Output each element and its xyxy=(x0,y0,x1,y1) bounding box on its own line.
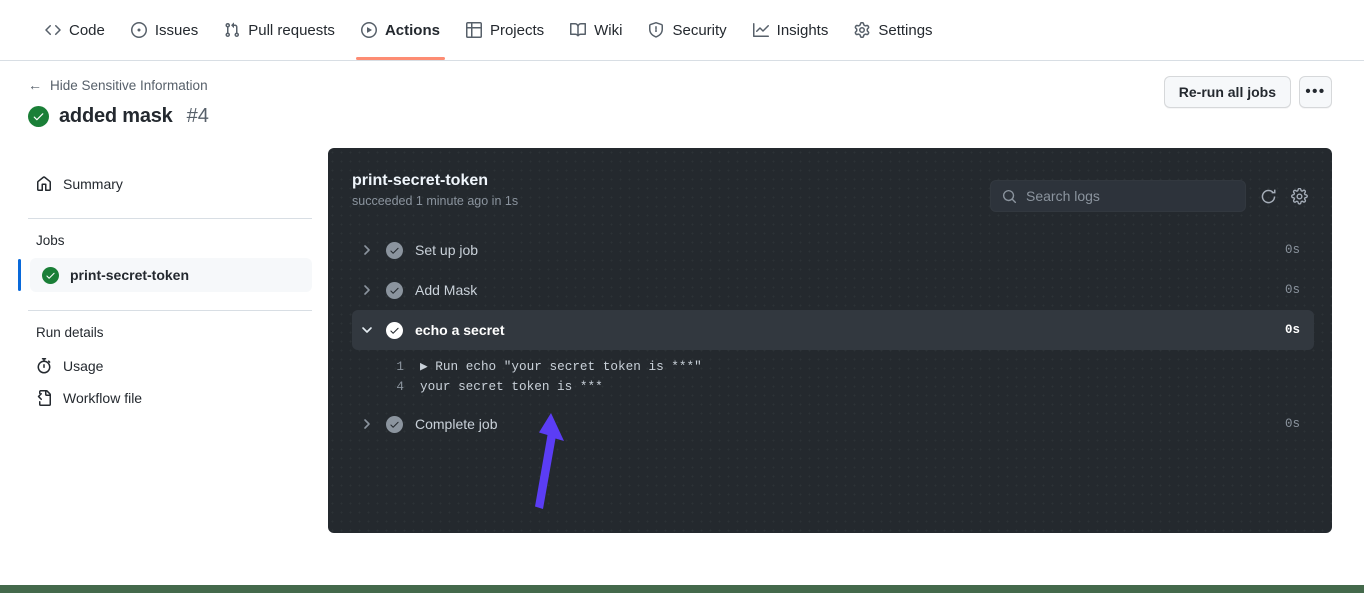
refresh-icon[interactable] xyxy=(1260,188,1277,205)
nav-tab-issues[interactable]: Issues xyxy=(118,0,211,60)
sidebar-item-summary[interactable]: Summary xyxy=(28,168,312,200)
nav-tab-label: Security xyxy=(672,21,727,39)
sidebar-item-job-print-secret-token[interactable]: print-secret-token xyxy=(18,258,312,292)
nav-tab-pull-requests[interactable]: Pull requests xyxy=(211,0,348,60)
nav-tab-label: Projects xyxy=(489,21,545,39)
log-step-set-up-job[interactable]: Set up job 0s xyxy=(352,230,1314,270)
log-step-duration: 0s xyxy=(1284,243,1300,257)
log-step-label: Set up job xyxy=(415,242,479,258)
log-step-add-mask[interactable]: Add Mask 0s xyxy=(352,270,1314,310)
nav-tab-actions[interactable]: Actions xyxy=(348,0,453,60)
page-title: added mask #4 xyxy=(28,105,312,128)
issue-opened-icon xyxy=(130,22,147,38)
log-step-duration: 0s xyxy=(1284,417,1300,431)
log-step-duration: 0s xyxy=(1284,283,1300,297)
check-circle-success-icon xyxy=(386,415,403,433)
chevron-right-icon xyxy=(358,418,376,430)
log-step-label: Add Mask xyxy=(415,282,478,298)
sidebar-heading-run-details: Run details xyxy=(36,325,104,340)
log-line-text: Run echo "your secret token is ***" xyxy=(435,359,702,374)
log-step-echo-a-secret[interactable]: echo a secret 0s xyxy=(352,310,1314,350)
nav-tab-label: Insights xyxy=(776,21,829,39)
log-line-number: 4 xyxy=(396,379,404,394)
sidebar-heading-jobs: Jobs xyxy=(36,233,65,248)
log-line-number: 1 xyxy=(396,359,404,374)
log-line[interactable]: 1 ▶ Run echo "your secret token is ***" xyxy=(328,357,1332,377)
log-job-status: succeeded 1 minute ago in 1s xyxy=(352,194,519,208)
book-icon xyxy=(570,22,587,38)
sidebar-divider-1 xyxy=(28,218,312,219)
log-line-text: your secret token is *** xyxy=(420,379,603,394)
gear-icon xyxy=(854,22,870,38)
log-panel-header: print-secret-token succeeded 1 minute ag… xyxy=(328,148,1332,220)
chevron-down-icon xyxy=(358,324,376,336)
log-line-caret-icon: ▶ xyxy=(420,359,436,374)
repo-nav: Code Issues Pull requests Actions Projec… xyxy=(0,0,1364,61)
nav-tab-label: Actions xyxy=(384,21,440,39)
more-options-button[interactable]: ••• xyxy=(1299,76,1332,108)
code-icon xyxy=(45,22,61,38)
log-settings-gear-icon[interactable] xyxy=(1291,187,1308,205)
workflow-file-icon xyxy=(36,390,52,406)
stopwatch-icon xyxy=(36,358,52,374)
shield-icon xyxy=(648,22,664,38)
check-circle-success-icon xyxy=(386,241,403,259)
sidebar-item-label: Usage xyxy=(63,358,104,374)
main-content: Re-run all jobs ••• print-secret-token s… xyxy=(328,75,1364,593)
page-body: ← Hide Sensitive Information added mask … xyxy=(0,61,1364,593)
bottom-accent-bar xyxy=(0,585,1364,593)
log-step-complete-job[interactable]: Complete job 0s xyxy=(352,404,1314,444)
graph-icon xyxy=(752,22,769,38)
nav-tab-label: Issues xyxy=(154,21,199,39)
play-icon xyxy=(360,22,377,38)
log-job-title: print-secret-token xyxy=(352,172,489,189)
nav-tab-code[interactable]: Code xyxy=(32,0,118,60)
sidebar-item-label: Summary xyxy=(63,176,123,192)
log-step-duration: 0s xyxy=(1284,323,1300,337)
nav-tab-wiki[interactable]: Wiki xyxy=(557,0,635,60)
sidebar-item-usage[interactable]: Usage xyxy=(28,350,312,382)
sidebar-item-workflow-file[interactable]: Workflow file xyxy=(28,382,312,414)
sidebar-divider-2 xyxy=(28,310,312,311)
log-step-label: echo a secret xyxy=(415,322,505,338)
nav-tab-projects[interactable]: Projects xyxy=(453,0,557,60)
log-job-info: print-secret-token succeeded 1 minute ag… xyxy=(352,172,518,208)
nav-tab-label: Settings xyxy=(878,21,933,39)
log-steps-list: Set up job 0s Add Mask 0s echo a secret … xyxy=(328,220,1332,444)
check-circle-success-icon xyxy=(42,266,59,284)
log-line[interactable]: 4 your secret token is *** xyxy=(328,377,1332,397)
search-icon xyxy=(1002,189,1017,204)
git-pull-request-icon xyxy=(224,22,240,38)
run-actions-toolbar: Re-run all jobs ••• xyxy=(328,75,1332,109)
sidebar-item-label: Workflow file xyxy=(63,390,143,406)
nav-tab-settings[interactable]: Settings xyxy=(841,0,945,60)
chevron-right-icon xyxy=(358,284,376,296)
chevron-right-icon xyxy=(358,244,376,256)
search-logs-box[interactable] xyxy=(990,180,1246,212)
search-logs-input[interactable] xyxy=(1026,188,1234,204)
log-output: 1 ▶ Run echo "your secret token is ***" … xyxy=(328,350,1332,404)
sidebar-job-label: print-secret-token xyxy=(70,267,190,283)
nav-tab-label: Wiki xyxy=(594,21,623,39)
nav-tab-label: Pull requests xyxy=(248,21,335,39)
arrow-left-icon: ← xyxy=(28,77,42,93)
check-circle-success-icon xyxy=(386,321,403,339)
rerun-all-jobs-button[interactable]: Re-run all jobs xyxy=(1163,76,1291,108)
run-number: #4 xyxy=(186,105,209,127)
run-title-text: added mask xyxy=(59,105,173,127)
check-circle-success-icon xyxy=(386,281,403,299)
home-icon xyxy=(36,176,52,192)
back-to-workflow-link[interactable]: ← Hide Sensitive Information xyxy=(28,75,312,95)
check-circle-success-icon xyxy=(28,106,49,127)
log-toolbar xyxy=(990,172,1308,212)
table-icon xyxy=(465,22,482,38)
run-sidebar: ← Hide Sensitive Information added mask … xyxy=(0,75,328,593)
log-step-label: Complete job xyxy=(415,416,498,432)
nav-tab-label: Code xyxy=(69,21,105,39)
job-log-panel: print-secret-token succeeded 1 minute ag… xyxy=(328,148,1332,533)
nav-tab-insights[interactable]: Insights xyxy=(740,0,842,60)
back-link-label: Hide Sensitive Information xyxy=(50,77,208,93)
nav-tab-security[interactable]: Security xyxy=(635,0,739,60)
